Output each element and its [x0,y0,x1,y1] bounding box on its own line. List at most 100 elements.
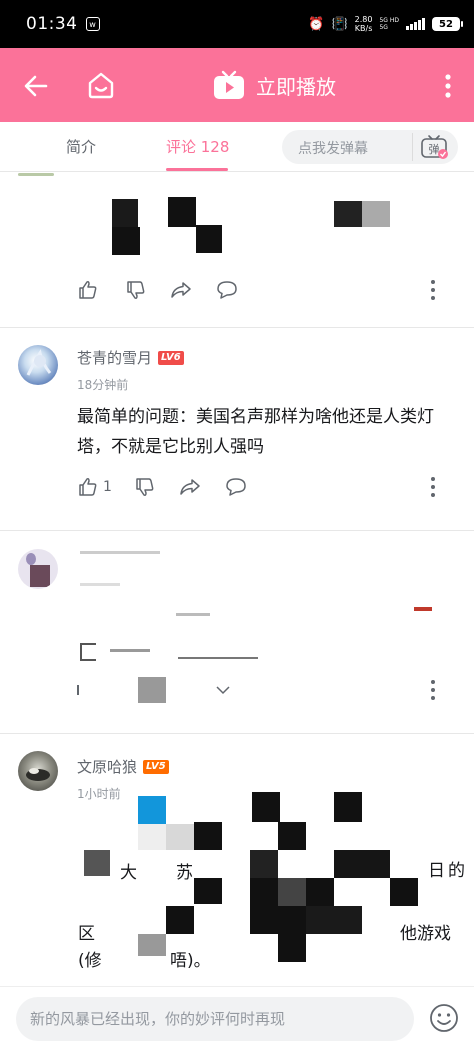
level-badge: LV5 [143,759,169,774]
like-count: 1 [103,479,112,495]
user-avatar[interactable] [18,549,58,589]
danmaku-toggle-button[interactable]: 弹 [412,133,454,161]
comment-list[interactable]: 苍青的雪月 LV6 18分钟前 最简单的问题：美国名声那样为啥他还是人类灯塔，不… [0,173,474,986]
alarm-icon: ⏰ [308,16,325,32]
obscured-block [250,906,306,934]
network-speed-unit: KB/s [354,24,373,33]
obscured-block [84,850,110,876]
network-speed: 2.80 KB/s [355,15,373,33]
tab-intro[interactable]: 简介 [66,136,96,157]
thumbs-up-icon [79,281,97,299]
comment-more-icon[interactable] [430,679,436,701]
obscured-block [390,878,418,906]
obscured-block [334,201,362,227]
username-row[interactable]: 文原哈狼 LV5 [77,756,169,777]
tab-bar: 简介 评论 128 点我发弹幕 弹 [0,122,474,172]
cell-signal-icon [406,18,425,30]
avatar-art [26,553,36,565]
like-button[interactable]: 1 [77,476,112,498]
like-button[interactable] [77,279,103,301]
vibrate-icon: 📳 [331,16,348,32]
obscured-block [112,227,140,255]
comment-text-fragment: 大 [120,863,137,883]
more-options-icon[interactable] [436,70,460,102]
thumbs-up-icon [79,478,97,496]
username[interactable]: 文原哈狼 [77,756,137,777]
reply-bubble-icon [226,478,246,496]
comment-text-fragment: 他游戏 [400,924,451,944]
obscured-block [414,607,432,611]
tab-comments[interactable]: 评论 128 [166,136,229,157]
obscured-block [138,934,166,956]
obscured-block [138,796,166,824]
comment-actions [77,677,253,703]
comment-item [0,173,474,328]
status-indicators: ⏰ 📳 2.80 KB/s 5G HD 5G 52 [308,15,463,33]
obscured-text-line [80,551,160,554]
battery-icon: 52 [432,17,463,31]
obscured-block [250,878,278,906]
obscured-block [278,822,306,850]
obscured-block [168,197,196,227]
obscured-block [278,934,306,962]
comment-item [0,531,474,734]
obscured-block [166,906,194,934]
home-icon[interactable] [84,68,118,102]
comment-item: 文原哈狼 LV5 1小时前 大 苏 日 的 区 他游戏 (修 唔)。 [0,734,474,986]
user-avatar[interactable] [18,751,58,791]
danmaku-icon: 弹 [420,135,448,159]
share-icon [180,479,200,495]
user-avatar[interactable] [18,345,58,385]
obscured-text-line [110,649,150,652]
tv-play-icon [214,70,244,99]
obscured-block [196,225,222,253]
obscured-block [306,906,362,934]
share-icon [171,282,191,298]
share-button[interactable] [178,476,202,498]
dislike-button[interactable] [134,476,156,498]
obscured-icon [77,685,81,695]
back-arrow-icon[interactable] [20,70,52,102]
comment-actions: 1 [77,474,270,500]
active-tab-indicator [166,168,228,171]
obscured-block [334,850,390,878]
signal-label: 5G HD 5G [379,17,399,31]
reply-button[interactable] [215,685,231,695]
avatar-art [26,349,52,376]
obscured-block [194,822,222,850]
comment-text-fragment: 唔)。 [170,951,211,971]
comment-more-icon[interactable] [430,476,436,498]
reply-button[interactable] [215,279,239,301]
comment-text[interactable]: 最简单的问题：美国名声那样为啥他还是人类灯塔，不就是它比别人强吗 [77,402,452,462]
chevron-down-icon [216,686,230,695]
play-now-button[interactable]: 立即播放 [212,68,336,102]
dislike-button[interactable] [125,279,147,301]
share-button[interactable] [169,279,193,301]
comment-text-fragment: 区 [78,924,95,944]
reply-input[interactable] [16,997,414,1041]
comment-time: 1小时前 [77,787,121,801]
obscured-block [334,792,362,822]
comment-time: 18分钟前 [77,378,129,392]
danmaku-button-label: 弹 [428,142,439,156]
obscured-block [166,824,194,850]
danmaku-input[interactable]: 点我发弹幕 弹 [282,130,458,164]
comment-more-icon[interactable] [430,279,436,301]
signal-label-top: 5G HD [379,17,399,24]
battery-level: 52 [439,18,453,30]
thumbs-down-icon [136,478,154,496]
comment-item: 苍青的雪月 LV6 18分钟前 最简单的问题：美国名声那样为啥他还是人类灯塔，不… [0,328,474,531]
reply-bar [0,986,474,1046]
reply-button[interactable] [224,476,248,498]
emoji-icon[interactable] [428,1002,460,1034]
obscured-block [278,878,306,906]
obscured-text-line [178,643,258,659]
like-button[interactable] [77,685,85,695]
username-row[interactable]: 苍青的雪月 LV6 [77,347,184,368]
reply-bubble-icon [217,281,237,299]
status-bar: 01:34 w ⏰ 📳 2.80 KB/s 5G HD 5G 52 [0,0,474,48]
video-header: 立即播放 [0,48,474,122]
username[interactable]: 苍青的雪月 [77,347,152,368]
obscured-block [112,199,138,227]
obscured-block [250,850,278,878]
